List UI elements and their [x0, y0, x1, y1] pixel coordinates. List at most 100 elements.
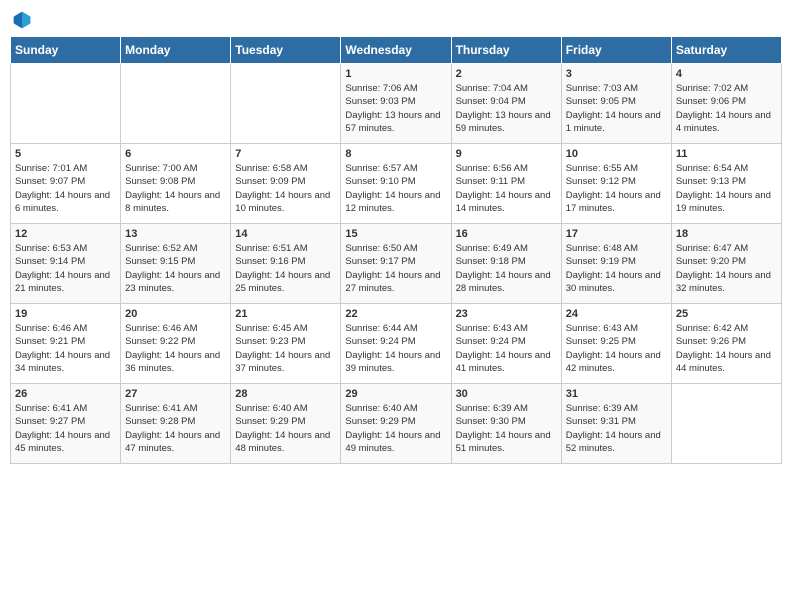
day-number: 1	[345, 68, 446, 80]
sunrise-text: Sunrise: 6:43 AM	[566, 322, 667, 335]
daylight-text: Daylight: 14 hours and 23 minutes.	[125, 269, 226, 296]
daylight-text: Daylight: 14 hours and 28 minutes.	[456, 269, 557, 296]
day-header-wednesday: Wednesday	[341, 37, 451, 64]
sunrise-text: Sunrise: 7:06 AM	[345, 82, 446, 95]
calendar-cell: 18 Sunrise: 6:47 AM Sunset: 9:20 PM Dayl…	[671, 224, 781, 304]
day-number: 25	[676, 308, 777, 320]
sunset-text: Sunset: 9:15 PM	[125, 255, 226, 268]
daylight-text: Daylight: 14 hours and 52 minutes.	[566, 429, 667, 456]
calendar-cell: 10 Sunrise: 6:55 AM Sunset: 9:12 PM Dayl…	[561, 144, 671, 224]
daylight-text: Daylight: 14 hours and 19 minutes.	[676, 189, 777, 216]
cell-info: Sunrise: 6:53 AM Sunset: 9:14 PM Dayligh…	[15, 242, 116, 295]
sunset-text: Sunset: 9:12 PM	[566, 175, 667, 188]
sunrise-text: Sunrise: 6:47 AM	[676, 242, 777, 255]
daylight-text: Daylight: 14 hours and 14 minutes.	[456, 189, 557, 216]
day-number: 29	[345, 388, 446, 400]
daylight-text: Daylight: 14 hours and 8 minutes.	[125, 189, 226, 216]
sunset-text: Sunset: 9:06 PM	[676, 95, 777, 108]
sunset-text: Sunset: 9:24 PM	[345, 335, 446, 348]
sunrise-text: Sunrise: 6:39 AM	[566, 402, 667, 415]
day-header-sunday: Sunday	[11, 37, 121, 64]
cell-info: Sunrise: 6:39 AM Sunset: 9:31 PM Dayligh…	[566, 402, 667, 455]
day-number: 23	[456, 308, 557, 320]
cell-info: Sunrise: 6:41 AM Sunset: 9:27 PM Dayligh…	[15, 402, 116, 455]
calendar-cell: 28 Sunrise: 6:40 AM Sunset: 9:29 PM Dayl…	[231, 384, 341, 464]
cell-info: Sunrise: 7:01 AM Sunset: 9:07 PM Dayligh…	[15, 162, 116, 215]
daylight-text: Daylight: 14 hours and 49 minutes.	[345, 429, 446, 456]
sunset-text: Sunset: 9:20 PM	[676, 255, 777, 268]
sunrise-text: Sunrise: 6:54 AM	[676, 162, 777, 175]
week-row-3: 12 Sunrise: 6:53 AM Sunset: 9:14 PM Dayl…	[11, 224, 782, 304]
day-header-thursday: Thursday	[451, 37, 561, 64]
sunrise-text: Sunrise: 6:44 AM	[345, 322, 446, 335]
cell-info: Sunrise: 6:52 AM Sunset: 9:15 PM Dayligh…	[125, 242, 226, 295]
sunset-text: Sunset: 9:17 PM	[345, 255, 446, 268]
cell-info: Sunrise: 6:58 AM Sunset: 9:09 PM Dayligh…	[235, 162, 336, 215]
day-number: 19	[15, 308, 116, 320]
sunrise-text: Sunrise: 6:49 AM	[456, 242, 557, 255]
day-number: 17	[566, 228, 667, 240]
day-number: 24	[566, 308, 667, 320]
daylight-text: Daylight: 14 hours and 42 minutes.	[566, 349, 667, 376]
sunset-text: Sunset: 9:18 PM	[456, 255, 557, 268]
sunset-text: Sunset: 9:29 PM	[345, 415, 446, 428]
sunset-text: Sunset: 9:22 PM	[125, 335, 226, 348]
cell-info: Sunrise: 7:06 AM Sunset: 9:03 PM Dayligh…	[345, 82, 446, 135]
cell-info: Sunrise: 6:49 AM Sunset: 9:18 PM Dayligh…	[456, 242, 557, 295]
sunset-text: Sunset: 9:25 PM	[566, 335, 667, 348]
cell-info: Sunrise: 6:40 AM Sunset: 9:29 PM Dayligh…	[235, 402, 336, 455]
sunrise-text: Sunrise: 6:46 AM	[125, 322, 226, 335]
day-number: 18	[676, 228, 777, 240]
day-number: 7	[235, 148, 336, 160]
sunrise-text: Sunrise: 6:58 AM	[235, 162, 336, 175]
sunrise-text: Sunrise: 6:52 AM	[125, 242, 226, 255]
calendar-cell: 6 Sunrise: 7:00 AM Sunset: 9:08 PM Dayli…	[121, 144, 231, 224]
cell-info: Sunrise: 6:56 AM Sunset: 9:11 PM Dayligh…	[456, 162, 557, 215]
sunrise-text: Sunrise: 6:40 AM	[235, 402, 336, 415]
daylight-text: Daylight: 14 hours and 27 minutes.	[345, 269, 446, 296]
logo	[10, 10, 32, 30]
week-row-5: 26 Sunrise: 6:41 AM Sunset: 9:27 PM Dayl…	[11, 384, 782, 464]
day-number: 20	[125, 308, 226, 320]
sunset-text: Sunset: 9:07 PM	[15, 175, 116, 188]
calendar-cell: 16 Sunrise: 6:49 AM Sunset: 9:18 PM Dayl…	[451, 224, 561, 304]
day-number: 9	[456, 148, 557, 160]
calendar-cell: 23 Sunrise: 6:43 AM Sunset: 9:24 PM Dayl…	[451, 304, 561, 384]
sunrise-text: Sunrise: 6:41 AM	[125, 402, 226, 415]
calendar-cell: 12 Sunrise: 6:53 AM Sunset: 9:14 PM Dayl…	[11, 224, 121, 304]
cell-info: Sunrise: 7:03 AM Sunset: 9:05 PM Dayligh…	[566, 82, 667, 135]
daylight-text: Daylight: 13 hours and 57 minutes.	[345, 109, 446, 136]
day-header-monday: Monday	[121, 37, 231, 64]
calendar-cell: 19 Sunrise: 6:46 AM Sunset: 9:21 PM Dayl…	[11, 304, 121, 384]
day-number: 2	[456, 68, 557, 80]
sunrise-text: Sunrise: 7:01 AM	[15, 162, 116, 175]
sunset-text: Sunset: 9:29 PM	[235, 415, 336, 428]
sunset-text: Sunset: 9:03 PM	[345, 95, 446, 108]
cell-info: Sunrise: 6:45 AM Sunset: 9:23 PM Dayligh…	[235, 322, 336, 375]
calendar-cell: 26 Sunrise: 6:41 AM Sunset: 9:27 PM Dayl…	[11, 384, 121, 464]
calendar-cell: 2 Sunrise: 7:04 AM Sunset: 9:04 PM Dayli…	[451, 64, 561, 144]
sunset-text: Sunset: 9:30 PM	[456, 415, 557, 428]
day-number: 28	[235, 388, 336, 400]
calendar-cell: 13 Sunrise: 6:52 AM Sunset: 9:15 PM Dayl…	[121, 224, 231, 304]
day-header-tuesday: Tuesday	[231, 37, 341, 64]
day-number: 16	[456, 228, 557, 240]
sunset-text: Sunset: 9:26 PM	[676, 335, 777, 348]
cell-info: Sunrise: 7:00 AM Sunset: 9:08 PM Dayligh…	[125, 162, 226, 215]
cell-info: Sunrise: 6:39 AM Sunset: 9:30 PM Dayligh…	[456, 402, 557, 455]
week-row-4: 19 Sunrise: 6:46 AM Sunset: 9:21 PM Dayl…	[11, 304, 782, 384]
calendar-cell: 27 Sunrise: 6:41 AM Sunset: 9:28 PM Dayl…	[121, 384, 231, 464]
calendar-cell: 4 Sunrise: 7:02 AM Sunset: 9:06 PM Dayli…	[671, 64, 781, 144]
cell-info: Sunrise: 6:43 AM Sunset: 9:24 PM Dayligh…	[456, 322, 557, 375]
sunset-text: Sunset: 9:19 PM	[566, 255, 667, 268]
cell-info: Sunrise: 6:48 AM Sunset: 9:19 PM Dayligh…	[566, 242, 667, 295]
daylight-text: Daylight: 14 hours and 41 minutes.	[456, 349, 557, 376]
day-number: 30	[456, 388, 557, 400]
day-number: 6	[125, 148, 226, 160]
sunset-text: Sunset: 9:10 PM	[345, 175, 446, 188]
daylight-text: Daylight: 14 hours and 51 minutes.	[456, 429, 557, 456]
daylight-text: Daylight: 14 hours and 10 minutes.	[235, 189, 336, 216]
sunrise-text: Sunrise: 6:43 AM	[456, 322, 557, 335]
calendar-cell: 29 Sunrise: 6:40 AM Sunset: 9:29 PM Dayl…	[341, 384, 451, 464]
cell-info: Sunrise: 6:57 AM Sunset: 9:10 PM Dayligh…	[345, 162, 446, 215]
